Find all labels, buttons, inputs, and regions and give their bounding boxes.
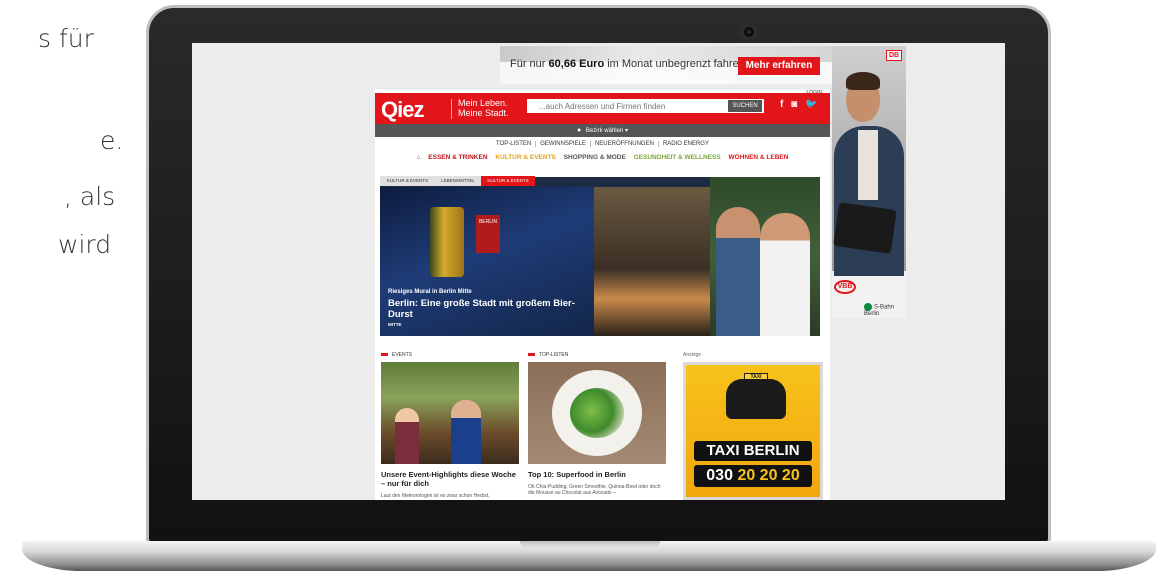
top-nav: TOP-LISTEN GEWINNSPIELE NEUERÖFFNUNGEN RADI… — [375, 141, 830, 147]
nav-gesundheit-wellness[interactable]: GESUNDHEIT & WELLNESS — [631, 154, 724, 161]
hero-district: MITTE — [388, 322, 402, 327]
taxi-phone-prefix: 030 — [706, 467, 733, 484]
child-left — [395, 408, 419, 464]
ad-photo — [832, 46, 906, 276]
events-image[interactable] — [381, 362, 519, 464]
taxi-car-icon — [726, 379, 786, 419]
twitter-icon[interactable]: 🐦 — [805, 99, 817, 110]
top-ad-text-suffix: im Monat unbegrenzt fahren. — [607, 58, 748, 70]
toplisten-label: TOP-LISTEN — [528, 352, 568, 358]
events-teaser: Laut den Meteorologen ist es zwar schon … — [381, 493, 490, 499]
ad-label: Anzeige — [683, 352, 702, 358]
qiez-website: LOGIN Qiez Mein Leben. Meine Stadt. SUCH… — [375, 89, 830, 500]
slogan: Mein Leben. Meine Stadt. — [458, 98, 509, 118]
more-info-button[interactable]: Mehr erfahren — [738, 57, 820, 75]
toplisten-teaser: Ob Chia-Pudding, Green Smoothie, Quinoa-… — [528, 484, 661, 496]
category-nav: ⌂ ESSEN & TRINKEN KULTUR & EVENTS SHOPPI… — [375, 154, 830, 161]
sbahn-logo: S-Bahn Berlin — [864, 303, 906, 317]
search-box: SUCHEN — [527, 99, 764, 113]
taxi-phone-rest: 20 20 20 — [737, 467, 800, 484]
nav-kultur-events[interactable]: KULTUR & EVENTS — [492, 154, 559, 161]
person-right — [760, 213, 810, 336]
hero-caption[interactable]: Riesiges Mural in Berlin Mitte Berlin: E… — [388, 289, 578, 327]
slogan-line-1: Mein Leben. — [458, 98, 508, 108]
tab-lebensmittel[interactable]: LEBENSMITTEL — [435, 176, 481, 186]
slide-text-line-4: wird — [58, 230, 112, 259]
laptop-notch — [520, 541, 660, 548]
laptop-screen: Für nur 60,66 Euro im Monat unbegrenzt f… — [192, 43, 1005, 500]
search-input[interactable] — [527, 99, 727, 113]
taxi-berlin-ad[interactable]: TAXI TAXI BERLIN 030 20 20 20 — [683, 362, 823, 500]
hero-title[interactable]: Berlin: Eine große Stadt mit großem Bier… — [388, 298, 578, 320]
instagram-icon[interactable]: ◙ — [791, 99, 797, 110]
slide-text-line-1: s für — [38, 24, 94, 53]
nav-radio-energy[interactable]: RADIO ENERGY — [657, 141, 713, 147]
site-logo[interactable]: Qiez — [381, 97, 424, 123]
sbahn-icon — [864, 303, 872, 311]
person-shirt — [858, 130, 878, 200]
salad — [570, 388, 624, 438]
hero-image-people — [710, 177, 820, 336]
person-hair — [846, 72, 880, 90]
top-banner-ad[interactable]: Für nur 60,66 Euro im Monat unbegrenzt f… — [500, 46, 846, 84]
taxi-name: TAXI BERLIN — [694, 441, 812, 461]
side-skyscraper-ad[interactable]: DB VBB S-Bahn Berlin — [832, 46, 906, 318]
tab-kultur-events-1[interactable]: KULTUR & EVENTS — [380, 176, 435, 186]
facebook-icon[interactable]: f — [780, 99, 783, 110]
nav-top-listen[interactable]: TOP-LISTEN — [492, 141, 535, 147]
section-mark — [381, 353, 388, 357]
search-button[interactable]: SUCHEN — [728, 100, 762, 112]
toplisten-column: TOP-LISTEN Top 10: Superfood in Berlin O… — [528, 352, 666, 496]
slide-text-line-2: e. — [100, 126, 124, 155]
district-selector-label: Bezirk wählen — [585, 128, 624, 134]
site-header: Qiez Mein Leben. Meine Stadt. SUCHEN f ◙… — [375, 93, 830, 124]
top-ad-text: Für nur 60,66 Euro im Monat unbegrenzt f… — [510, 58, 748, 70]
superfood-image[interactable] — [528, 362, 666, 464]
top-ad-price: 60,66 Euro — [548, 58, 605, 70]
person-left — [716, 207, 760, 336]
hero-kicker: Riesiges Mural in Berlin Mitte — [388, 289, 472, 295]
taxi-phone: 030 20 20 20 — [694, 465, 812, 487]
beer-can-mural — [430, 207, 464, 277]
hero-slider[interactable]: BERLIN Riesiges Mural in Berlin Mitte Be… — [380, 177, 820, 336]
nav-shopping-mode[interactable]: SHOPPING & MODE — [561, 154, 629, 161]
district-selector[interactable]: ● Bezirk wählen ▾ — [375, 124, 830, 137]
vbb-logo: VBB — [834, 280, 856, 294]
child-right — [451, 400, 481, 464]
slogan-line-2: Meine Stadt. — [458, 108, 509, 118]
nav-essen-trinken[interactable]: ESSEN & TRINKEN — [425, 154, 490, 161]
events-column: EVENTS Unsere Event-Highlights diese Woc… — [381, 352, 519, 499]
db-logo: DB — [886, 50, 902, 61]
tablet-device — [833, 202, 897, 254]
webcam-icon — [741, 24, 757, 40]
location-pin-icon: ● — [577, 127, 582, 134]
nav-neueroeffnungen[interactable]: NEUERÖFFNUNGEN — [589, 141, 658, 147]
toplisten-label-text: TOP-LISTEN — [539, 352, 569, 358]
nav-wohnen-leben[interactable]: WOHNEN & LEBEN — [726, 154, 792, 161]
hero-image-interior — [594, 187, 710, 336]
tab-kultur-events-2[interactable]: KULTUR & EVENTS — [481, 176, 535, 186]
nav-gewinnspiele[interactable]: GEWINNSPIELE — [535, 141, 590, 147]
toplisten-title[interactable]: Top 10: Superfood in Berlin — [528, 470, 668, 479]
chevron-down-icon: ▾ — [624, 128, 628, 134]
events-label-text: EVENTS — [392, 352, 413, 358]
beer-sign: BERLIN — [476, 215, 500, 253]
events-label: EVENTS — [381, 352, 412, 358]
home-icon[interactable]: ⌂ — [414, 154, 424, 161]
top-ad-text-prefix: Für nur — [510, 58, 546, 70]
slide-text-line-3: , als — [64, 182, 116, 211]
section-mark — [528, 353, 535, 357]
logo-divider — [451, 99, 452, 119]
social-links: f ◙ 🐦 — [780, 99, 822, 110]
events-title[interactable]: Unsere Event-Highlights diese Woche – nu… — [381, 470, 521, 488]
